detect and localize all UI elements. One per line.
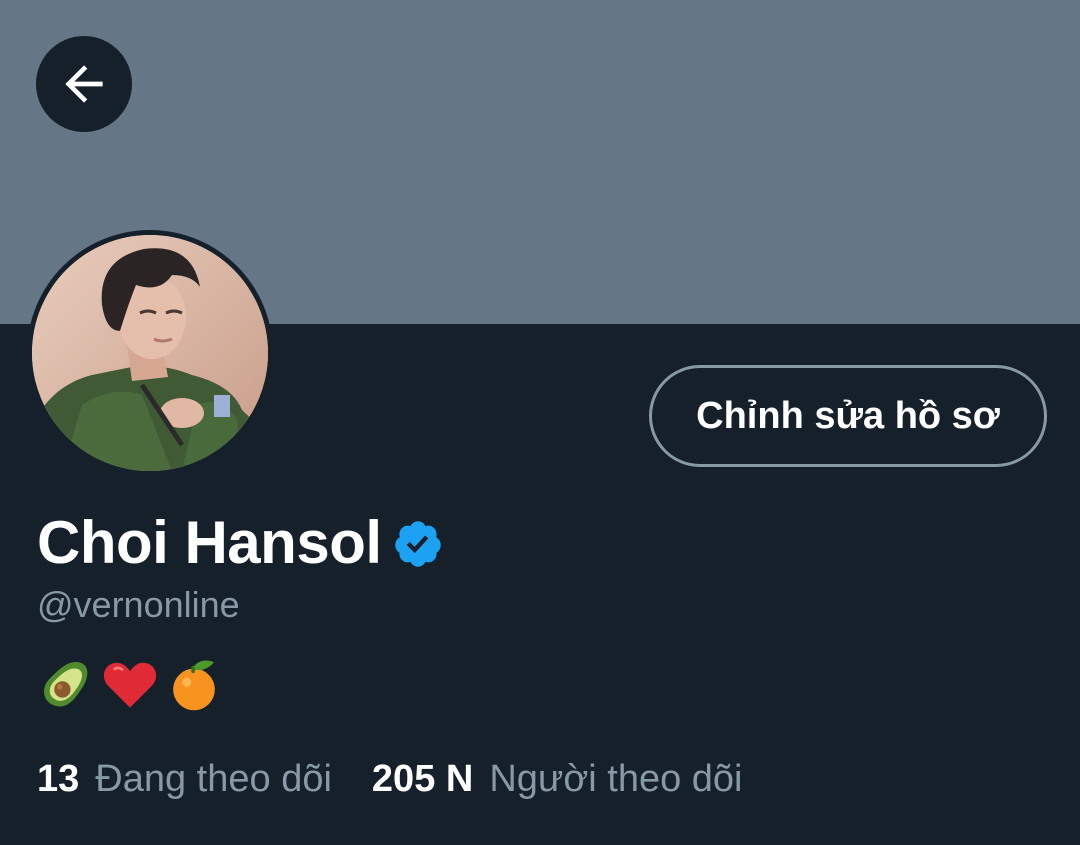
avatar[interactable] — [32, 235, 268, 471]
profile-name-row: Choi Hansol — [37, 504, 444, 580]
edit-profile-button[interactable]: Chỉnh sửa hồ sơ — [649, 365, 1047, 467]
edit-profile-label: Chỉnh sửa hồ sơ — [696, 394, 1000, 437]
red-heart-emoji — [103, 662, 157, 708]
following-label: Đang theo dõi — [95, 758, 332, 800]
verified-badge-icon — [394, 521, 441, 567]
following-count: 13 — [37, 758, 80, 800]
following-stat[interactable]: 13 Đang theo dõi — [37, 758, 332, 801]
back-button[interactable] — [36, 36, 132, 132]
followers-label: Người theo dõi — [489, 758, 743, 800]
avatar-photo — [32, 235, 268, 471]
profile-stats: 13 Đang theo dõi 205 N Người theo dõi — [37, 758, 743, 801]
followers-count: 205 N — [371, 758, 474, 800]
back-arrow-icon — [65, 65, 103, 103]
avocado-emoji — [44, 662, 88, 707]
profile-bio — [37, 652, 223, 716]
profile-name: Choi Hansol — [37, 508, 382, 576]
followers-stat[interactable]: 205 N Người theo dõi — [372, 758, 743, 801]
profile-page: Chỉnh sửa hồ sơ Choi Hansol @vernonline — [0, 0, 1080, 845]
profile-handle: @vernonline — [37, 584, 240, 625]
tangerine-emoji — [173, 660, 215, 711]
